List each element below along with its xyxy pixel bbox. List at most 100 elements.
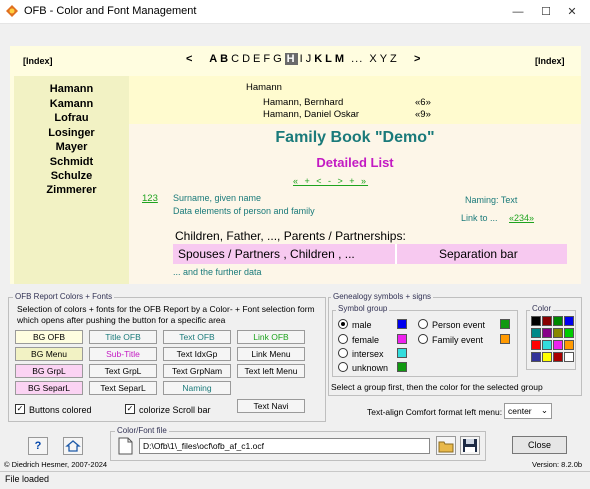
close-button[interactable]: Close	[512, 436, 567, 454]
letter-L[interactable]: L	[325, 53, 333, 65]
symbol-radio[interactable]	[338, 362, 348, 372]
palette-color-swatch[interactable]	[564, 352, 574, 362]
letter-D[interactable]: D	[242, 53, 251, 65]
letter-Z[interactable]: Z	[390, 53, 398, 65]
next-letter-link[interactable]: >	[414, 53, 421, 65]
text-align-select[interactable]: center ⌄	[504, 403, 552, 419]
palette-color-swatch[interactable]	[564, 316, 574, 326]
symbol-radio[interactable]	[418, 334, 428, 344]
color-area-button[interactable]: Sub-Title	[89, 347, 157, 361]
color-area-button[interactable]: Text IdxGp	[163, 347, 231, 361]
symbol-radio[interactable]	[338, 319, 348, 329]
maximize-button[interactable]: ☐	[532, 0, 560, 24]
person-link-number[interactable]: 123	[142, 193, 158, 204]
symbol-radio-label: Family event	[432, 335, 484, 345]
home-button[interactable]	[63, 437, 83, 455]
prev-letter-link[interactable]: <	[186, 53, 193, 65]
symbol-radio-label: intersex	[352, 349, 384, 359]
letter-I[interactable]: I	[300, 53, 304, 65]
surname-link[interactable]: Lofrau	[14, 112, 129, 124]
symbol-radio-label: female	[352, 335, 380, 345]
letter-B[interactable]: B	[220, 53, 229, 65]
symbol-radio[interactable]	[338, 334, 348, 344]
color-area-button[interactable]: Text GrpNam	[163, 364, 231, 378]
close-window-button[interactable]: ✕	[558, 0, 586, 24]
letter-G[interactable]: G	[273, 53, 283, 65]
book-subtitle: Detailed List	[316, 155, 394, 170]
color-area-button[interactable]: BG SeparL	[15, 381, 83, 395]
index-link-left[interactable]: [Index]	[23, 56, 53, 66]
color-area-button[interactable]: Text GrpL	[89, 364, 157, 378]
surname-link[interactable]: Losinger	[14, 127, 129, 139]
palette-color-swatch[interactable]	[553, 316, 563, 326]
link-to-ref[interactable]: «234»	[509, 213, 534, 223]
palette-color-swatch[interactable]	[542, 352, 552, 362]
text-align-label: Text-align Comfort format left menu:	[367, 407, 503, 417]
document-icon	[118, 437, 133, 455]
palette-color-swatch[interactable]	[531, 340, 541, 350]
color-area-button[interactable]: Text OFB	[163, 330, 231, 344]
surname-link[interactable]: Zimmerer	[14, 184, 129, 196]
symbol-radio[interactable]	[418, 319, 428, 329]
buttons-colored-checkbox[interactable]: ✓	[15, 404, 25, 414]
color-palette-title: Color	[530, 304, 554, 313]
color-area-button[interactable]: Naming	[163, 381, 231, 395]
home-icon	[65, 440, 81, 452]
person-data-line: Data elements of person and family	[173, 206, 315, 216]
save-file-button[interactable]	[460, 436, 480, 455]
surname-link[interactable]: Mayer	[14, 141, 129, 153]
color-area-button[interactable]: BG OFB	[15, 330, 83, 344]
surname-link[interactable]: Kamann	[14, 98, 129, 110]
letter-C[interactable]: C	[231, 53, 240, 65]
color-area-button[interactable]: Text Navi	[237, 399, 305, 413]
file-path-field[interactable]: D:\Ofb\1\_files\ocf\ofb_af_c1.ocf	[139, 438, 430, 454]
index-link-right[interactable]: [Index]	[535, 56, 565, 66]
symbol-group-title: Symbol group	[336, 304, 390, 313]
color-area-button[interactable]: Link Menu	[237, 347, 305, 361]
palette-color-swatch[interactable]	[542, 340, 552, 350]
palette-color-swatch[interactable]	[542, 328, 552, 338]
letter-E[interactable]: E	[253, 53, 261, 65]
nav-symbols[interactable]: « + < - > + »	[293, 176, 368, 186]
help-button[interactable]: ?	[28, 437, 48, 455]
palette-color-swatch[interactable]	[553, 352, 563, 362]
color-area-button[interactable]: Title OFB	[89, 330, 157, 344]
palette-color-swatch[interactable]	[531, 316, 541, 326]
file-group-title: Color/Font file	[115, 426, 169, 435]
symbol-color-swatch	[397, 348, 407, 358]
letter-K[interactable]: K	[314, 53, 323, 65]
palette-color-swatch[interactable]	[553, 340, 563, 350]
minimize-button[interactable]: —	[504, 0, 532, 24]
color-area-button[interactable]: Text SeparL	[89, 381, 157, 395]
letter-X[interactable]: X	[369, 53, 377, 65]
color-area-button[interactable]: Link OFB	[237, 330, 305, 344]
palette-color-swatch[interactable]	[531, 352, 541, 362]
surname-link[interactable]: Hamann	[14, 83, 129, 95]
color-area-button[interactable]: BG GrpL	[15, 364, 83, 378]
name-entry[interactable]: Hamann, Bernhard	[263, 97, 343, 108]
letter-J[interactable]: J	[306, 53, 313, 65]
letter-Y[interactable]: Y	[380, 53, 388, 65]
status-text: File loaded	[5, 474, 50, 484]
palette-color-swatch[interactable]	[531, 328, 541, 338]
color-area-button[interactable]: Text left Menu	[237, 364, 305, 378]
open-file-button[interactable]	[436, 436, 456, 455]
colorize-scroll-checkbox[interactable]: ✓	[125, 404, 135, 414]
name-entry-ref[interactable]: «9»	[415, 109, 431, 120]
name-group-heading: Hamann	[246, 82, 282, 93]
letter-A[interactable]: A	[209, 53, 218, 65]
name-entry-ref[interactable]: «6»	[415, 97, 431, 108]
name-entry[interactable]: Hamann, Daniel Oskar	[263, 109, 359, 120]
palette-color-swatch[interactable]	[564, 340, 574, 350]
color-area-button[interactable]: BG Menu	[15, 347, 83, 361]
letter-M[interactable]: M	[335, 53, 345, 65]
surname-link[interactable]: Schulze	[14, 170, 129, 182]
text-align-value: center	[508, 406, 532, 416]
palette-color-swatch[interactable]	[542, 316, 552, 326]
symbol-color-swatch	[397, 334, 407, 344]
letter-F[interactable]: F	[263, 53, 271, 65]
palette-color-swatch[interactable]	[553, 328, 563, 338]
surname-link[interactable]: Schmidt	[14, 156, 129, 168]
symbol-radio[interactable]	[338, 348, 348, 358]
palette-color-swatch[interactable]	[564, 328, 574, 338]
